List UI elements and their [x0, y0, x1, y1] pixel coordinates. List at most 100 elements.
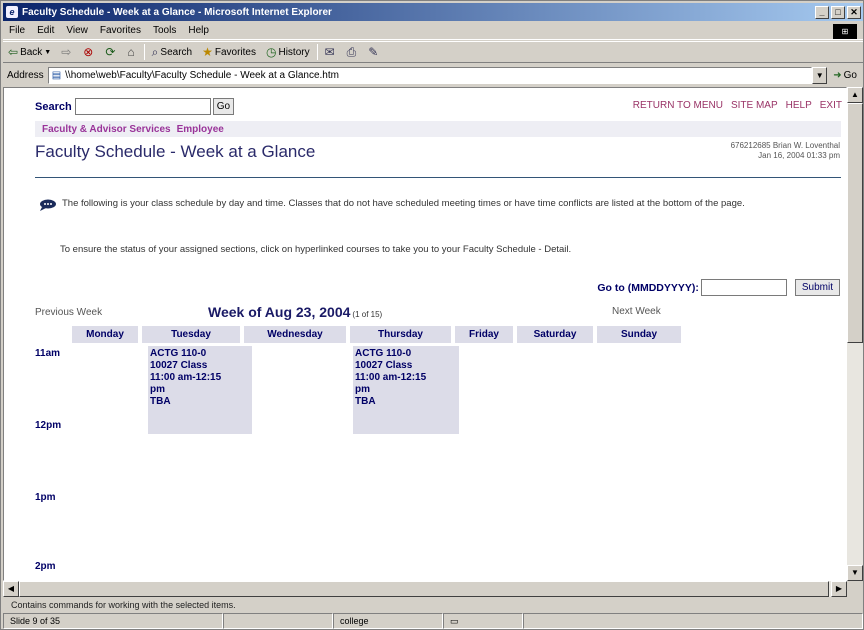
- day-header-tuesday: Tuesday: [142, 326, 240, 343]
- class-crn: 10027 Class: [355, 360, 413, 371]
- week-title: Week of Aug 23, 2004 (1 of 15): [208, 304, 382, 320]
- scroll-down-icon[interactable]: ▼: [847, 565, 863, 581]
- time-label-11am: 11am: [35, 348, 61, 359]
- maximize-button[interactable]: □: [831, 5, 845, 19]
- address-go-button[interactable]: ➜ Go: [827, 70, 863, 81]
- toolbar-separator: [316, 44, 318, 60]
- day-header-friday: Friday: [455, 326, 513, 343]
- address-label: Address: [7, 69, 44, 81]
- toolbar: ⇦ Back ▼ ⇨ ⊗ ⟳ ⌂ ⌕ Search ★ Favorites ◷ Histo…: [3, 41, 863, 63]
- scroll-left-icon[interactable]: ◀: [3, 581, 19, 597]
- submit-button[interactable]: Submit: [794, 279, 840, 296]
- time-label-2pm: 2pm: [35, 561, 56, 572]
- forward-button[interactable]: ⇨: [56, 43, 78, 61]
- refresh-button[interactable]: ⟳: [100, 43, 122, 61]
- home-button[interactable]: ⌂: [122, 43, 141, 61]
- print-button[interactable]: ⎙: [342, 43, 364, 61]
- back-arrow-icon: ⇦: [8, 45, 19, 59]
- breadcrumb: Faculty & Advisor Services Employee: [35, 121, 841, 137]
- menu-file[interactable]: File: [3, 25, 31, 36]
- return-to-menu-link[interactable]: RETURN TO MENU: [633, 100, 723, 111]
- go-arrow-icon: ➜: [833, 69, 842, 81]
- day-header-sunday: Sunday: [597, 326, 681, 343]
- next-week-link[interactable]: Next Week: [612, 306, 661, 317]
- address-dropdown[interactable]: ▼: [812, 66, 828, 84]
- goto-date-form: Go to (MMDDYYYY): Submit: [597, 279, 840, 296]
- search-label: Search: [35, 100, 72, 113]
- time-label-1pm: 1pm: [35, 492, 56, 503]
- user-info: 676212685 Brian W. Loventhal Jan 16, 200…: [731, 141, 840, 161]
- class-time: 11:00 am-12:15: [355, 372, 427, 383]
- menu-edit[interactable]: Edit: [31, 25, 60, 36]
- stop-button[interactable]: ⊗: [78, 43, 100, 61]
- windows-logo-icon: ⊞: [833, 24, 857, 39]
- menu-favorites[interactable]: Favorites: [94, 25, 147, 36]
- edit-button[interactable]: ✎: [363, 43, 385, 61]
- day-header-thursday: Thursday: [350, 326, 451, 343]
- mail-icon: ✉: [324, 45, 335, 59]
- menu-help[interactable]: Help: [182, 25, 215, 36]
- status-panel-zone: college: [333, 613, 443, 629]
- tab-faculty-advisor-services[interactable]: Faculty & Advisor Services: [42, 124, 171, 135]
- exit-link[interactable]: EXIT: [820, 100, 842, 111]
- day-header-wednesday: Wednesday: [244, 326, 346, 343]
- ie-logo-icon: e: [6, 6, 18, 18]
- title-bar: e Faculty Schedule - Week at a Glance - …: [3, 3, 863, 21]
- edit-icon: ✎: [368, 45, 379, 59]
- tab-employee[interactable]: Employee: [177, 124, 224, 135]
- status-bar: Slide 9 of 35 college ▭: [3, 613, 863, 629]
- print-icon: ⎙: [346, 44, 357, 59]
- menu-tools[interactable]: Tools: [147, 25, 182, 36]
- back-button[interactable]: ⇦ Back ▼: [3, 43, 56, 61]
- status-panel-rest: [523, 613, 863, 629]
- user-timestamp: Jan 16, 2004 01:33 pm: [758, 151, 840, 160]
- horizontal-scrollbar[interactable]: ◀ ▶: [3, 581, 847, 597]
- favorites-button[interactable]: ★ Favorites: [197, 43, 261, 61]
- menu-view[interactable]: View: [60, 25, 94, 36]
- divider: [35, 177, 841, 178]
- class-location: TBA: [150, 396, 171, 407]
- history-button[interactable]: ◷ History: [261, 43, 315, 61]
- status-panel-icon: ▭: [443, 613, 523, 629]
- site-map-link[interactable]: SITE MAP: [731, 100, 778, 111]
- class-location: TBA: [355, 396, 376, 407]
- previous-week-link[interactable]: Previous Week: [35, 307, 102, 318]
- horizontal-scroll-thumb[interactable]: [19, 581, 829, 597]
- stop-icon: ⊗: [83, 45, 94, 59]
- vertical-scrollbar[interactable]: ▲ ▼: [847, 87, 863, 581]
- class-course: ACTG 110-0: [150, 348, 207, 359]
- goto-date-input[interactable]: [700, 279, 787, 296]
- class-course: ACTG 110-0: [355, 348, 412, 359]
- scroll-up-icon[interactable]: ▲: [847, 87, 863, 103]
- mail-button[interactable]: ✉: [320, 43, 342, 61]
- search-go-button[interactable]: Go: [212, 98, 235, 115]
- class-time-suffix: pm: [355, 384, 370, 395]
- search-toolbar-button[interactable]: ⌕ Search: [147, 43, 197, 61]
- address-bar: Address ▤ \\home\web\Faculty\Faculty Sch…: [3, 65, 863, 85]
- search-input[interactable]: [74, 98, 211, 115]
- close-button[interactable]: ✕: [847, 5, 861, 19]
- help-link[interactable]: HELP: [786, 100, 812, 111]
- user-id-name: 676212685 Brian W. Loventhal: [730, 141, 840, 150]
- address-input[interactable]: ▤ \\home\web\Faculty\Faculty Schedule - …: [47, 66, 813, 84]
- info-text-detail: To ensure the status of your assigned se…: [60, 244, 572, 255]
- zone-icon: ▭: [450, 616, 459, 626]
- class-time-suffix: pm: [150, 384, 165, 395]
- class-block-tuesday[interactable]: ACTG 110-0 10027 Class 11:00 am-12:15 pm…: [148, 346, 252, 434]
- search-icon: ⌕: [151, 44, 159, 59]
- scroll-right-icon[interactable]: ▶: [831, 581, 847, 597]
- info-text: The following is your class schedule by …: [62, 198, 745, 209]
- class-block-thursday[interactable]: ACTG 110-0 10027 Class 11:00 am-12:15 pm…: [353, 346, 459, 434]
- history-icon: ◷: [265, 45, 277, 59]
- day-header-saturday: Saturday: [517, 326, 593, 343]
- vertical-scroll-thumb[interactable]: [847, 103, 863, 343]
- week-counter: (1 of 15): [352, 310, 383, 319]
- window-title: Faculty Schedule - Week at a Glance - Mi…: [22, 6, 332, 18]
- top-links: RETURN TO MENU SITE MAP HELP EXIT: [633, 100, 842, 111]
- address-value: \\home\web\Faculty\Faculty Schedule - We…: [65, 69, 339, 81]
- page-viewport: Search Go RETURN TO MENU SITE MAP HELP E…: [3, 87, 847, 581]
- class-time: 11:00 am-12:15: [150, 372, 222, 383]
- minimize-button[interactable]: _: [815, 5, 829, 19]
- goto-label: Go to (MMDDYYYY):: [597, 281, 699, 294]
- status-text: Contains commands for working with the s…: [11, 600, 236, 610]
